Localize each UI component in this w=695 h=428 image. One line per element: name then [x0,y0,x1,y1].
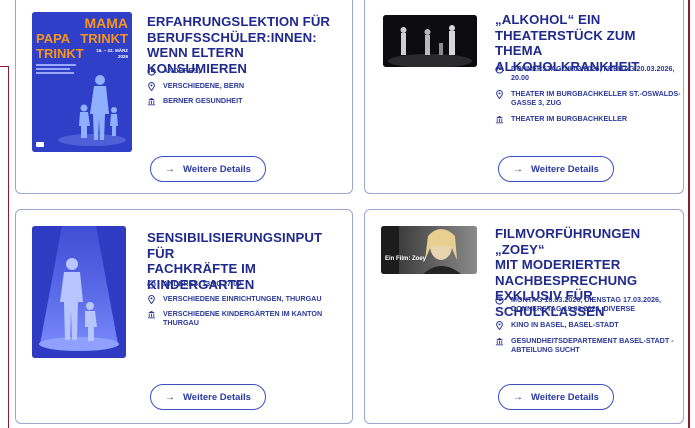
details-button[interactable]: → Weitere Details [498,384,614,410]
frame-line [8,66,9,428]
clock-icon [147,279,159,289]
event-date: ANDERES, [147,66,347,76]
event-title-line: FACHKRÄFTE IM [147,261,256,276]
event-organizer: THEATER IM BURGBACHKELLER [495,114,683,124]
event-location: THEATER IM BURGBACHKELLER ST.-OSWALDS-GA… [495,89,683,107]
clock-icon [147,66,159,76]
arrow-right-icon: → [513,391,524,403]
film-label: Ein Film: Zoey [385,256,427,262]
details-button[interactable]: → Weitere Details [150,156,266,182]
event-title-line: ERFAHRUNGSLEKTION FÜR [147,14,331,29]
poster-title-line: TRINKT [80,31,128,46]
event-date: ANDERES, 13:00-17:00 [147,279,347,289]
location-pin-icon [147,81,159,91]
poster-title-line: PAPA [36,31,71,46]
poster-title-line: TRINKT [36,46,84,61]
location-pin-icon [495,89,507,99]
event-organizer-text: THEATER IM BURGBACHKELLER [511,114,628,123]
location-pin-icon [495,320,507,330]
clock-icon [495,295,507,305]
arrow-right-icon: → [165,391,176,403]
event-organizer-text: VERSCHIEDENE KINDERGÄRTEN IM KANTON THUR… [163,309,323,327]
event-organizer-text: BERNER GESUNDHEIT [163,96,243,105]
event-organizer: VERSCHIEDENE KINDERGÄRTEN IM KANTON THUR… [147,309,337,327]
clock-icon [495,64,507,74]
arrow-right-icon: → [165,163,176,175]
event-title-line: BERUFSSCHÜLER:INNEN: [147,29,317,45]
film-still-image [381,226,477,274]
frame-line [0,66,8,67]
event-date-text: ANDERES, 13:00-17:00 [163,279,242,288]
event-poster-image [32,226,126,358]
frame-line [688,0,690,428]
poster-year: 2026 [118,54,129,59]
event-organizer: GESUNDHEITSDEPARTEMENT BASEL-STADT - ABT… [495,336,681,354]
details-button-label: Weitere Details [531,163,599,175]
details-button[interactable]: → Weitere Details [498,156,614,182]
arrow-right-icon: → [513,163,524,175]
details-button-label: Weitere Details [183,163,251,175]
details-button-label: Weitere Details [183,391,251,403]
event-title-line: THEATERSTÜCK ZUM THEMA [495,27,636,59]
institution-icon [495,114,507,124]
event-location-text: VERSCHIEDENE EINRICHTUNGEN, THURGAU [163,294,322,303]
event-location: VERSCHIEDENE EINRICHTUNGEN, THURGAU [147,294,347,304]
event-photo [383,15,477,67]
theater-stage-image [383,15,477,67]
event-organizer: BERNER GESUNDHEIT [147,96,347,106]
event-location-text: THEATER IM BURGBACHKELLER ST.-OSWALDS-GA… [511,89,681,107]
event-location: KINO IN BASEL, BASEL-STADT [495,320,681,330]
event-date: MONTAG 16.03.2026, DIENSTAG 17.03.2026, … [495,295,681,313]
poster-illustration: MAMA PAPA TRINKT TRINKT 16. – 22. MÄRZ 2… [32,12,132,152]
event-date-text: DONNERSTAG 19.03.2026, FREITAG 20.03.202… [511,64,675,82]
event-title-line: MIT MODERIERTER [495,257,621,272]
details-button[interactable]: → Weitere Details [150,384,266,410]
event-date-text: ANDERES, [163,66,201,75]
institution-icon [147,309,159,319]
event-title-line: NACHBESPRECHUNG [495,272,638,288]
event-date: DONNERSTAG 19.03.2026, FREITAG 20.03.202… [495,64,683,82]
event-title-line: „ALKOHOL“ EIN [495,12,601,27]
location-pin-icon [147,294,159,304]
event-date-text: MONTAG 16.03.2026, DIENSTAG 17.03.2026, … [511,295,661,313]
poster-illustration [32,226,126,358]
event-location-text: VERSCHIEDENE, BERN [163,81,245,90]
event-organizer-text: GESUNDHEITSDEPARTEMENT BASEL-STADT - ABT… [511,336,674,354]
event-photo: Ein Film: Zoey [381,226,477,274]
event-location-text: KINO IN BASEL, BASEL-STADT [511,320,619,329]
event-title-line: FILMVORFÜHRUNGEN „ZOEY“ [495,226,641,257]
event-title-line: SENSIBILISIERUNGSINPUT FÜR [147,230,323,261]
event-location: VERSCHIEDENE, BERN [147,81,347,91]
poster-title-line: MAMA [84,15,128,31]
institution-icon [495,336,507,346]
institution-icon [147,96,159,106]
event-poster-image: MAMA PAPA TRINKT TRINKT 16. – 22. MÄRZ 2… [32,12,132,152]
details-button-label: Weitere Details [531,391,599,403]
poster-dates: 16. – 22. MÄRZ [96,47,128,53]
